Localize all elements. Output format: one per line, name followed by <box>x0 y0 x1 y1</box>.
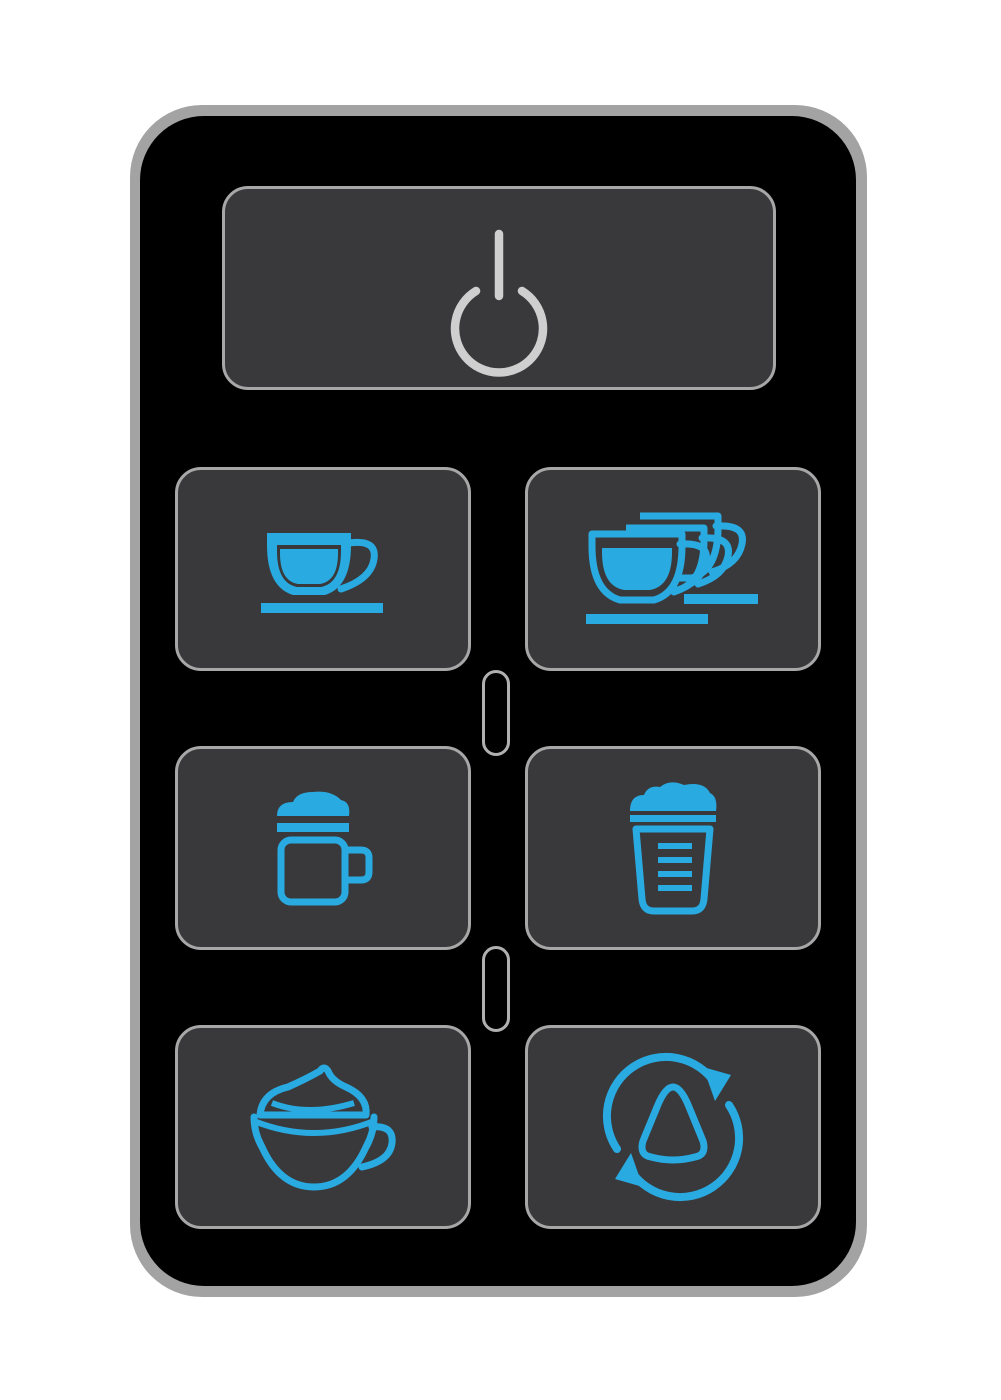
power-button[interactable] <box>222 186 776 390</box>
milk-glass-button[interactable] <box>525 746 821 950</box>
power-icon <box>450 229 548 377</box>
double-cup-icon <box>586 512 758 624</box>
rinse-cycle-icon <box>603 1052 743 1202</box>
cappuccino-button[interactable] <box>175 1025 471 1229</box>
milk-mug-button[interactable] <box>175 746 471 950</box>
status-indicator-upper <box>482 670 510 756</box>
single-cup-icon <box>261 533 383 613</box>
foamed-mug-icon <box>277 791 373 906</box>
control-panel-stage <box>0 0 1001 1400</box>
double-espresso-button[interactable] <box>525 467 821 671</box>
foamed-glass-icon <box>630 782 717 915</box>
cappuccino-cup-icon <box>250 1064 396 1191</box>
single-espresso-button[interactable] <box>175 467 471 671</box>
rinse-button[interactable] <box>525 1025 821 1229</box>
status-indicator-lower <box>482 946 510 1032</box>
